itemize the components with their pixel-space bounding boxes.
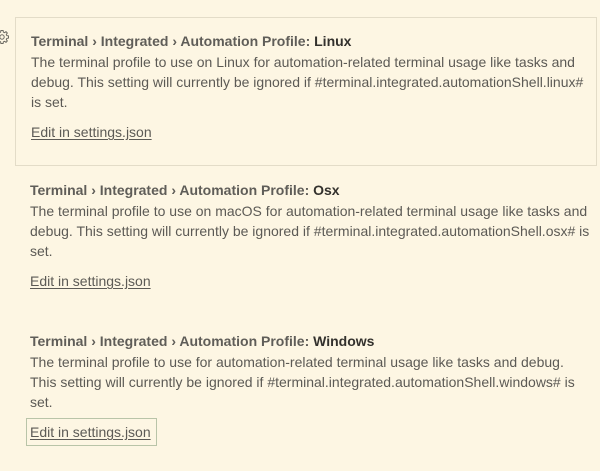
- edit-in-settings-json-link[interactable]: Edit in settings.json: [26, 418, 157, 446]
- setting-title: Terminal › Integrated › Automation Profi…: [30, 332, 589, 350]
- setting-name: Osx: [313, 182, 340, 198]
- setting-name: Linux: [314, 33, 352, 49]
- gear-icon[interactable]: [0, 29, 10, 45]
- setting-automation-profile-osx[interactable]: Terminal › Integrated › Automation Profi…: [15, 167, 597, 314]
- setting-name: Windows: [313, 333, 375, 349]
- setting-title: Terminal › Integrated › Automation Profi…: [30, 181, 589, 199]
- edit-in-settings-json-link[interactable]: Edit in settings.json: [30, 271, 151, 291]
- setting-description: The terminal profile to use on macOS for…: [30, 203, 590, 259]
- setting-category: Terminal › Integrated › Automation Profi…: [31, 33, 315, 49]
- setting-description: The terminal profile to use for automati…: [30, 354, 575, 410]
- edit-in-settings-json-link[interactable]: Edit in settings.json: [31, 122, 152, 142]
- setting-title: Terminal › Integrated › Automation Profi…: [31, 32, 588, 50]
- setting-category: Terminal › Integrated › Automation Profi…: [30, 333, 314, 349]
- setting-automation-profile-windows[interactable]: Terminal › Integrated › Automation Profi…: [15, 318, 597, 468]
- setting-automation-profile-linux[interactable]: Terminal › Integrated › Automation Profi…: [15, 17, 597, 166]
- setting-category: Terminal › Integrated › Automation Profi…: [30, 182, 314, 198]
- setting-description: The terminal profile to use on Linux for…: [31, 54, 584, 110]
